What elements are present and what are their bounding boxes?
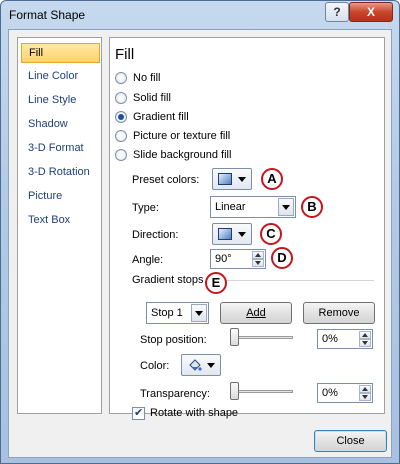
category-fill[interactable]: Fill bbox=[21, 43, 100, 63]
angle-spinner[interactable]: 90° bbox=[210, 249, 266, 269]
spin-up-icon[interactable] bbox=[359, 331, 371, 339]
color-label: Color: bbox=[140, 360, 170, 372]
dialog-body: Fill Line Color Line Style Shadow 3-D Fo… bbox=[8, 29, 392, 458]
chevron-down-icon bbox=[282, 205, 290, 210]
radio-label: Gradient fill bbox=[133, 111, 189, 123]
stop-position-spin-buttons[interactable] bbox=[359, 331, 371, 347]
transparency-spin-buttons[interactable] bbox=[359, 385, 371, 401]
transparency-track[interactable] bbox=[230, 390, 293, 393]
add-stop-button[interactable]: Add bbox=[220, 302, 292, 324]
stop-value: Stop 1 bbox=[151, 307, 183, 319]
category-list: Fill Line Color Line Style Shadow 3-D Fo… bbox=[17, 37, 102, 414]
window-title: Format Shape bbox=[9, 8, 86, 22]
fill-settings-pane: Fill No fill Solid fill Gradient fill Pi… bbox=[109, 37, 386, 420]
remove-stop-button[interactable]: Remove bbox=[303, 302, 375, 324]
category-shadow[interactable]: Shadow bbox=[21, 114, 100, 134]
type-select[interactable]: Linear bbox=[210, 196, 296, 218]
radio-label: Picture or texture fill bbox=[133, 130, 231, 142]
rotate-label: Rotate with shape bbox=[150, 407, 239, 419]
gradient-stops-label: Gradient stops bbox=[132, 274, 204, 286]
category-text-box[interactable]: Text Box bbox=[21, 210, 100, 230]
callout-a: A bbox=[261, 168, 283, 190]
stop-position-track[interactable] bbox=[230, 336, 293, 339]
callout-b: B bbox=[301, 196, 323, 218]
window-close-button[interactable]: X bbox=[349, 2, 393, 22]
format-shape-dialog: Format Shape ? X Fill Line Color Line St… bbox=[0, 0, 400, 464]
transparency-thumb[interactable] bbox=[230, 382, 239, 400]
angle-label: Angle: bbox=[132, 254, 164, 266]
radio-no-fill[interactable] bbox=[115, 72, 127, 84]
callout-e: E bbox=[205, 272, 227, 294]
category-picture[interactable]: Picture bbox=[21, 186, 100, 206]
transparency-value: 0% bbox=[322, 387, 338, 399]
spin-down-icon[interactable] bbox=[359, 393, 371, 401]
callout-d: D bbox=[271, 247, 293, 269]
radio-picture-fill[interactable] bbox=[115, 130, 127, 142]
stop-select[interactable]: Stop 1 bbox=[146, 302, 209, 324]
direction-label: Direction: bbox=[132, 229, 179, 241]
chevron-down-icon bbox=[238, 232, 246, 237]
radio-gradient-fill[interactable] bbox=[115, 111, 127, 123]
chevron-down-icon bbox=[238, 177, 246, 182]
chevron-down-icon bbox=[195, 311, 203, 316]
direction-button[interactable] bbox=[212, 223, 252, 245]
spin-down-icon[interactable] bbox=[252, 259, 264, 267]
type-dropdown-button[interactable] bbox=[278, 198, 294, 216]
stop-dropdown-button[interactable] bbox=[191, 304, 207, 322]
separator-line bbox=[226, 280, 374, 281]
add-label: Add bbox=[246, 307, 266, 319]
angle-value: 90° bbox=[215, 253, 232, 265]
close-label: Close bbox=[336, 435, 365, 447]
stop-position-spinner[interactable]: 0% bbox=[317, 329, 373, 349]
transparency-label: Transparency: bbox=[140, 388, 210, 400]
stop-position-label: Stop position: bbox=[140, 334, 207, 346]
type-label: Type: bbox=[132, 202, 159, 214]
remove-label: Remove bbox=[318, 307, 360, 319]
chevron-down-icon bbox=[207, 363, 215, 368]
category-line-style[interactable]: Line Style bbox=[21, 90, 100, 110]
gradient-swatch-icon bbox=[218, 173, 232, 185]
pane-title: Fill bbox=[115, 46, 135, 63]
color-button[interactable] bbox=[181, 354, 221, 376]
preset-colors-label: Preset colors: bbox=[132, 174, 200, 186]
rotate-checkbox[interactable] bbox=[132, 406, 145, 420]
transparency-spinner[interactable]: 0% bbox=[317, 383, 373, 403]
radio-label: Slide background fill bbox=[133, 149, 232, 161]
close-button[interactable]: Close bbox=[314, 430, 387, 452]
rotate-with-shape-option[interactable]: Rotate with shape bbox=[132, 406, 252, 422]
category-3d-rotation[interactable]: 3-D Rotation bbox=[21, 162, 100, 182]
direction-swatch-icon bbox=[218, 228, 232, 240]
radio-label: Solid fill bbox=[133, 92, 171, 104]
stop-position-thumb[interactable] bbox=[230, 328, 239, 346]
callout-c: C bbox=[260, 223, 282, 245]
preset-colors-button[interactable] bbox=[212, 168, 252, 190]
spin-up-icon[interactable] bbox=[252, 251, 264, 259]
radio-label: No fill bbox=[133, 72, 161, 84]
spin-up-icon[interactable] bbox=[359, 385, 371, 393]
angle-spin-buttons[interactable] bbox=[252, 251, 264, 267]
paint-bucket-icon bbox=[188, 358, 202, 372]
gradient-stops-separator bbox=[110, 274, 386, 281]
radio-background-fill[interactable] bbox=[115, 149, 127, 161]
category-line-color[interactable]: Line Color bbox=[21, 66, 100, 86]
type-value: Linear bbox=[215, 201, 246, 213]
title-bar[interactable]: Format Shape ? X bbox=[1, 1, 399, 29]
category-3d-format[interactable]: 3-D Format bbox=[21, 138, 100, 158]
help-button[interactable]: ? bbox=[325, 2, 349, 22]
radio-solid-fill[interactable] bbox=[115, 92, 127, 104]
stop-position-value: 0% bbox=[322, 333, 338, 345]
spin-down-icon[interactable] bbox=[359, 339, 371, 347]
